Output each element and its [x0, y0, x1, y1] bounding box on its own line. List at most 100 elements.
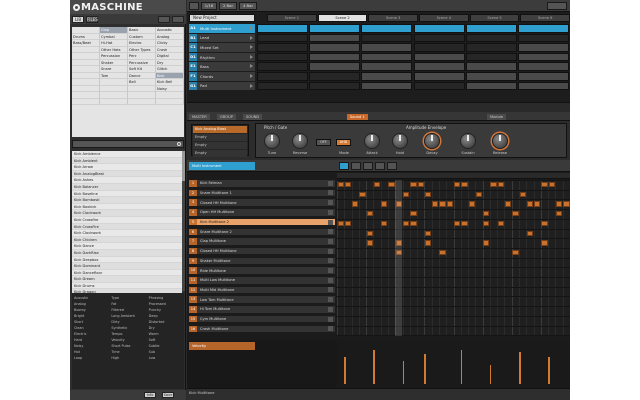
clip-cell[interactable]	[257, 24, 309, 33]
clip-cell[interactable]	[361, 81, 413, 91]
arranger-menu-button[interactable]	[547, 2, 567, 10]
group-item[interactable]: A1 Multi Instrument	[189, 24, 255, 33]
sound-mute-button[interactable]	[328, 297, 333, 303]
grid-button-2[interactable]: 2 Bar	[219, 2, 237, 10]
attribute-item[interactable]: High	[109, 355, 146, 361]
chevron-right-icon[interactable]	[250, 26, 253, 30]
sound-mute-button[interactable]	[328, 190, 333, 196]
attribute-item[interactable]: Low	[147, 355, 184, 361]
pattern-step-button[interactable]	[375, 162, 385, 170]
note-event[interactable]	[541, 220, 548, 227]
clip-cell[interactable]	[309, 43, 361, 52]
grid-button-1[interactable]: 1/16	[201, 2, 217, 10]
empty-clip-cell[interactable]	[257, 43, 309, 52]
note-event[interactable]	[366, 240, 373, 246]
clip-cell[interactable]	[309, 33, 361, 43]
note-event[interactable]	[526, 230, 534, 236]
empty-clip-cell[interactable]	[257, 33, 309, 43]
empty-clip-cell[interactable]	[257, 72, 309, 81]
note-event[interactable]	[373, 182, 381, 188]
result-item[interactable]: Kick Bombasti	[72, 197, 182, 204]
velocity-lane-label[interactable]: Velocity	[189, 342, 255, 350]
tune-knob[interactable]	[264, 133, 280, 149]
note-event[interactable]	[555, 211, 563, 217]
group-item[interactable]: F1 Chords	[189, 71, 255, 81]
velocity-bar[interactable]	[519, 351, 521, 384]
sound-slot[interactable]: 10 Ride Multitone	[189, 267, 335, 275]
sound-mute-button[interactable]	[328, 229, 333, 235]
result-item[interactable]: Kick CrossFire	[72, 223, 182, 231]
velocity-bar[interactable]	[344, 357, 346, 384]
group-item[interactable]: B1 Lead	[189, 33, 255, 43]
empty-clip-cell[interactable]	[465, 33, 517, 43]
note-event[interactable]	[475, 191, 483, 198]
result-item[interactable]: Kick Dominant	[72, 263, 182, 270]
sound-mute-button[interactable]	[328, 238, 333, 244]
note-event[interactable]	[403, 220, 410, 227]
clip-cell[interactable]	[517, 24, 569, 33]
plugin-slot[interactable]: Empty	[193, 142, 247, 149]
empty-clip-cell[interactable]	[361, 33, 413, 43]
scene-slot[interactable]: Scene 6	[520, 14, 570, 22]
empty-clip-cell[interactable]	[309, 72, 361, 81]
sound-mute-button[interactable]	[328, 200, 333, 206]
velocity-bar[interactable]	[548, 357, 550, 384]
note-event[interactable]	[337, 220, 344, 227]
clip-cell[interactable]	[413, 52, 465, 62]
note-event[interactable]	[504, 201, 512, 207]
result-item[interactable]: Kick Deepbox	[72, 257, 182, 264]
sound-mute-button[interactable]	[328, 277, 333, 283]
empty-clip-cell[interactable]	[413, 43, 465, 52]
sound-slot[interactable]: 1 Kick Fatman	[189, 180, 335, 188]
clip-cell[interactable]	[309, 24, 361, 33]
result-item[interactable]: Kick Boxkick	[72, 204, 182, 211]
result-scrollbar[interactable]	[182, 151, 185, 291]
sound-slot[interactable]: 7 Clap Multitone	[189, 238, 335, 246]
note-event[interactable]	[454, 220, 461, 227]
chevron-right-icon[interactable]	[250, 45, 253, 50]
group-item[interactable]: E1 Bass	[189, 62, 255, 71]
sound-slot[interactable]: 2 Snare Multitone 1	[189, 189, 335, 198]
note-event[interactable]	[432, 201, 439, 207]
sound-slot[interactable]: 13 Low Tom Multitone	[189, 296, 335, 304]
clip-cell[interactable]	[361, 24, 413, 33]
result-item[interactable]: Kick Dancefloor	[72, 270, 182, 277]
tab-module[interactable]: Module	[487, 114, 507, 120]
velocity-bar[interactable]	[373, 349, 375, 384]
sound-slot[interactable]: 5 Kick Multitone 2	[189, 218, 335, 227]
result-item[interactable]: Kick Chicken	[72, 236, 182, 244]
sound-mute-button[interactable]	[328, 268, 333, 274]
empty-clip-cell[interactable]	[257, 52, 309, 62]
clip-cell[interactable]	[465, 62, 517, 71]
pattern-view-button[interactable]	[339, 162, 349, 170]
off-button[interactable]: OFF	[316, 139, 331, 146]
group-item[interactable]: D1 Rhythm	[189, 52, 255, 62]
note-event[interactable]	[424, 230, 432, 236]
note-event[interactable]	[388, 182, 395, 188]
note-event[interactable]	[461, 182, 468, 188]
note-event[interactable]	[417, 182, 424, 188]
note-event[interactable]	[366, 230, 373, 236]
clip-cell[interactable]	[361, 72, 413, 81]
sound-mute-button[interactable]	[328, 248, 333, 254]
empty-clip-cell[interactable]	[465, 52, 517, 62]
note-event[interactable]	[541, 182, 548, 188]
note-event[interactable]	[352, 201, 359, 207]
result-item[interactable]: Kick AnalogBlast	[72, 170, 182, 178]
note-event[interactable]	[461, 220, 468, 227]
velocity-lane[interactable]	[337, 340, 570, 388]
note-event[interactable]	[490, 182, 497, 188]
note-event[interactable]	[337, 182, 344, 188]
browser-option-button[interactable]	[158, 15, 170, 23]
result-item[interactable]: Kick Ambient	[72, 157, 182, 165]
sound-slot[interactable]: 3 Closed HH Multitone	[189, 199, 335, 207]
pattern-length-button[interactable]	[363, 162, 373, 170]
note-event[interactable]	[344, 182, 352, 188]
note-event[interactable]	[439, 249, 446, 256]
empty-clip-cell[interactable]	[413, 81, 465, 91]
chevron-right-icon[interactable]	[250, 54, 253, 59]
empty-clip-cell[interactable]	[257, 62, 309, 71]
clip-cell[interactable]	[361, 43, 413, 52]
midi-button[interactable]	[189, 2, 199, 10]
clip-cell[interactable]	[517, 72, 569, 81]
